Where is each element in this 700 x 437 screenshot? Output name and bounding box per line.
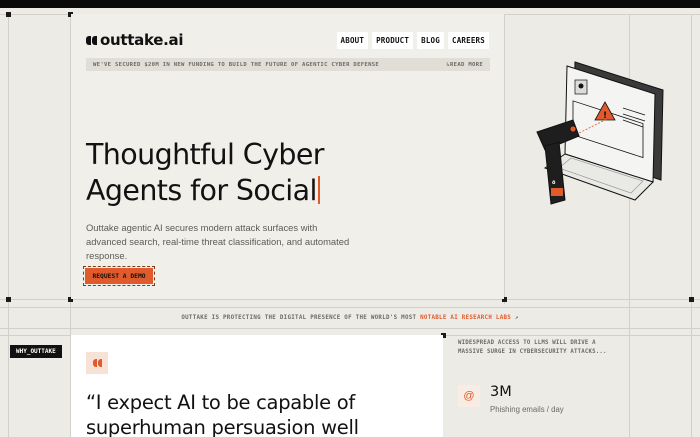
nav-product[interactable]: PRODUCT (372, 32, 414, 49)
hero-subtitle: Outtake agentic AI secures modern attack… (86, 222, 350, 261)
stat-note-line1: WIDESPREAD ACCESS TO LLMS WILL DRIVE A (458, 340, 596, 346)
grid-line (691, 14, 692, 437)
hero-heading-line1: Thoughtful Cyber (86, 138, 324, 171)
request-demo-button[interactable]: REQUEST A DEMO (83, 266, 155, 286)
announcement-bar: WE'VE SECURED $20M IN NEW FUNDING TO BUI… (86, 58, 490, 71)
quote-line1: “I expect AI to be capable of (86, 391, 355, 414)
stat-note: WIDESPREAD ACCESS TO LLMS WILL DRIVE A M… (458, 339, 607, 357)
quote-line2: superhuman persuasion well (86, 416, 359, 437)
stat-value: 3M (490, 384, 512, 400)
svg-text:!: ! (603, 111, 607, 121)
at-sign-icon: @ (458, 385, 480, 407)
external-link-icon: ↗ (514, 315, 519, 321)
laptop-scanner-illustration: ! ö (536, 61, 664, 205)
main-nav: ABOUT PRODUCT BLOG CAREERS (336, 32, 489, 49)
quote-mark-icon (86, 352, 108, 374)
grid-line (0, 299, 700, 300)
hero-heading: Thoughtful Cyber Agents for Social (86, 137, 324, 209)
research-labs-link[interactable]: NOTABLE AI RESEARCH LABS (420, 315, 511, 321)
svg-text:ö: ö (552, 180, 556, 186)
grid-line (504, 14, 505, 304)
nav-careers[interactable]: CAREERS (447, 32, 489, 49)
grid-line (0, 328, 700, 329)
hero-heading-line2: Agents for Social (86, 174, 317, 207)
stat-note-line2: MASSIVE SURGE IN CYBERSECURITY ATTACKS..… (458, 349, 607, 355)
trust-strip: OUTTAKE IS PROTECTING THE DIGITAL PRESEN… (0, 315, 700, 321)
why-outtake-badge: WHY_OUTTAKE (10, 345, 62, 358)
corner-marker (689, 297, 694, 302)
text-caret (317, 176, 320, 204)
read-more-link[interactable]: ↳READ MORE (446, 62, 483, 68)
brand-logo[interactable]: outtake.ai (86, 31, 183, 49)
nav-about[interactable]: ABOUT (336, 32, 369, 49)
announcement-text: WE'VE SECURED $20M IN NEW FUNDING TO BUI… (93, 61, 380, 68)
corner-marker (6, 12, 11, 17)
grid-line (0, 307, 700, 308)
logo-mark-icon (86, 35, 97, 45)
trust-strip-text: OUTTAKE IS PROTECTING THE DIGITAL PRESEN… (181, 315, 421, 321)
grid-line (8, 14, 9, 437)
window-top-bar (0, 0, 700, 8)
corner-marker (6, 297, 11, 302)
brand-name: outtake.ai (100, 31, 184, 49)
nav-blog[interactable]: BLOG (417, 32, 444, 49)
quote-text: “I expect AI to be capable of superhuman… (86, 390, 436, 437)
stat-label: Phishing emails / day (490, 405, 564, 414)
